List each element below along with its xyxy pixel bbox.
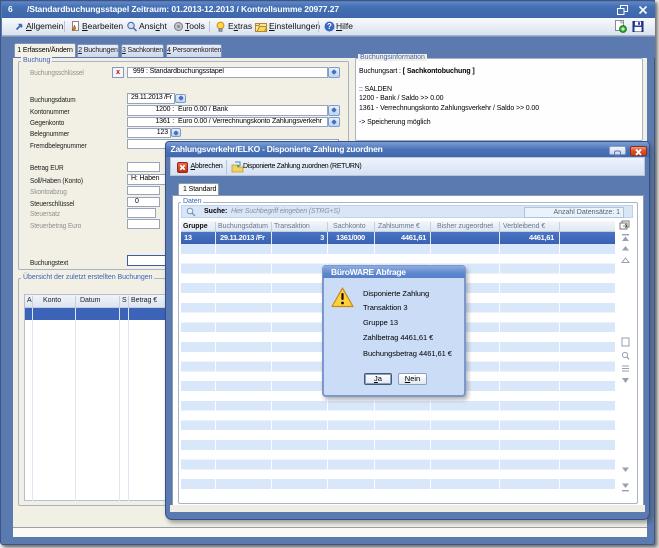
- svg-text:?: ?: [327, 22, 332, 31]
